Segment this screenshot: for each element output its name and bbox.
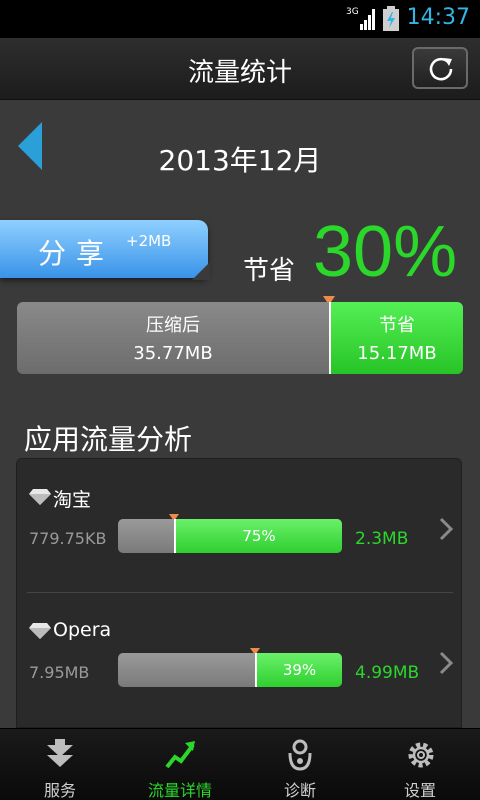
refresh-icon bbox=[429, 57, 453, 81]
summary-compressed: 压缩后 35.77MB bbox=[17, 302, 329, 374]
chevron-right-icon bbox=[439, 651, 453, 675]
nav-item-traffic-detail[interactable]: 流量详情 bbox=[120, 729, 240, 800]
nav-item-settings[interactable]: 设置 bbox=[360, 729, 480, 800]
compressed-value: 35.77MB bbox=[133, 343, 213, 364]
refresh-button[interactable] bbox=[412, 47, 468, 89]
app-saved: 4.99MB bbox=[355, 663, 420, 683]
app-name: 淘宝 bbox=[53, 489, 92, 511]
share-bonus: +2MB bbox=[126, 232, 172, 250]
savings-label: 节省 bbox=[243, 256, 296, 286]
app-compressed: 7.95MB bbox=[29, 663, 90, 682]
title-bar: 流量统计 bbox=[0, 38, 480, 100]
status-bar: 3G 14:37 bbox=[0, 0, 480, 38]
compressed-label: 压缩后 bbox=[146, 315, 200, 336]
share-button[interactable]: 分享 +2MB bbox=[0, 220, 210, 280]
share-label: 分享 bbox=[38, 237, 115, 270]
summary-bar: 压缩后 35.77MB 节省 15.17MB bbox=[17, 302, 463, 374]
list-item[interactable]: Opera 7.95MB 39% 4.99MB bbox=[17, 593, 461, 725]
nav-item-service[interactable]: 服务 bbox=[0, 729, 120, 800]
trend-up-icon bbox=[165, 741, 195, 769]
gear-icon bbox=[408, 742, 434, 768]
page-title: 流量统计 bbox=[187, 58, 292, 88]
app-bar: 39% bbox=[118, 653, 342, 687]
summary-saved: 节省 15.17MB bbox=[329, 302, 463, 374]
app-list: 淘宝 779.75KB 75% 2.3MB Opera 7.95MB 39% 4… bbox=[16, 458, 462, 728]
download-arrows-icon bbox=[47, 739, 73, 767]
app-compressed: 779.75KB bbox=[29, 529, 107, 548]
savings-percent: 30% bbox=[313, 212, 458, 292]
diamond-icon bbox=[29, 623, 51, 639]
app-bar: 75% bbox=[118, 519, 342, 553]
app-bar-fill: 75% bbox=[174, 519, 342, 553]
clock: 14:37 bbox=[406, 5, 470, 30]
app-name: Opera bbox=[53, 619, 112, 641]
saved-label: 节省 bbox=[379, 315, 415, 336]
chevron-right-icon bbox=[439, 517, 453, 541]
nav-label: 服务 bbox=[43, 781, 76, 800]
section-title: 应用流量分析 bbox=[24, 423, 193, 456]
battery-icon bbox=[383, 6, 399, 31]
nav-label: 诊断 bbox=[283, 781, 316, 800]
app-saved: 2.3MB bbox=[355, 529, 409, 549]
saved-value: 15.17MB bbox=[357, 343, 437, 364]
page-fold bbox=[192, 262, 210, 280]
stethoscope-icon bbox=[288, 739, 312, 771]
list-item[interactable]: 淘宝 779.75KB 75% 2.3MB bbox=[17, 459, 461, 593]
nav-item-diagnose[interactable]: 诊断 bbox=[240, 729, 360, 800]
svg-text:3G: 3G bbox=[346, 7, 359, 17]
nav-label: 流量详情 bbox=[147, 781, 212, 800]
app-bar-fill: 39% bbox=[255, 653, 342, 687]
bottom-nav: 服务 流量详情 诊断 设置 bbox=[0, 728, 480, 800]
period-label: 2013年12月 bbox=[158, 144, 322, 177]
diamond-icon bbox=[29, 489, 51, 505]
nav-label: 设置 bbox=[403, 781, 436, 800]
signal-icon: 3G bbox=[346, 7, 375, 30]
